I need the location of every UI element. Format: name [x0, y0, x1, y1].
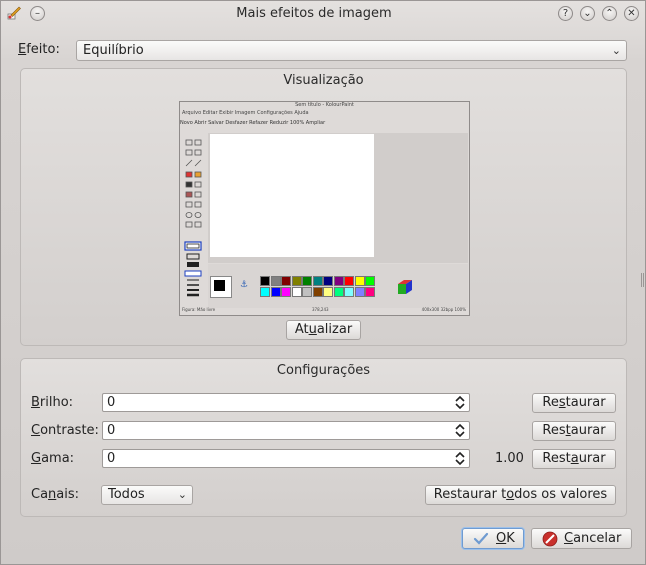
thumb-anchor-icon: ⚓ — [240, 280, 249, 290]
channels-selected: Todos — [108, 487, 145, 502]
thumb-cube-icon — [398, 280, 412, 294]
thumb-palette-swatch — [365, 287, 375, 297]
ok-button[interactable]: OK — [462, 528, 524, 549]
resize-grip[interactable] — [641, 273, 644, 287]
thumb-palette-swatch — [302, 276, 312, 286]
close-icon[interactable]: ✕ — [624, 6, 639, 21]
thumb-toolbar: Novo Abrir Salvar Desfazer Refazer Reduz… — [180, 120, 326, 126]
minimize-icon[interactable]: ⌄ — [580, 6, 595, 21]
contrast-spinbox[interactable]: 0 — [102, 421, 470, 440]
thumb-palette-swatch — [323, 287, 333, 297]
spin-arrows-icon[interactable] — [455, 451, 465, 466]
brightness-label: Brilho: — [31, 395, 74, 410]
chevron-down-icon: ⌄ — [177, 488, 187, 501]
thumb-toolbox — [184, 138, 204, 298]
channels-combobox[interactable]: Todos ⌄ — [101, 485, 193, 505]
contrast-label: Contraste: — [31, 423, 99, 438]
contrast-reset-button[interactable]: Restaurar — [532, 421, 616, 441]
thumb-window-title: Sem título - KolourPaint — [295, 102, 354, 108]
thumb-palette-swatch — [260, 276, 270, 286]
thumb-palette-swatch — [291, 287, 302, 297]
thumb-palette-swatch — [302, 287, 312, 297]
effect-combobox[interactable]: Equilíbrio ⌄ — [76, 40, 627, 61]
thumb-canvas — [210, 134, 374, 257]
thumb-palette-swatch — [354, 287, 365, 297]
thumb-menubar: Arquivo Editar Exibir Imagem Configuraçõ… — [182, 110, 309, 116]
thumb-statusbar: Figura: Mão livre 378,243 400x300 32bpp … — [182, 307, 466, 312]
thumb-palette-swatch — [270, 276, 281, 286]
update-button[interactable]: Atualizar — [286, 320, 361, 340]
effect-label: Efeito: — [18, 42, 60, 57]
channels-label: Canais: — [31, 487, 80, 502]
gamma-spinbox[interactable]: 0 — [102, 449, 470, 468]
settings-title: Configurações — [276, 363, 371, 378]
thumb-palette-swatch — [323, 276, 333, 286]
preview-thumbnail: Sem título - KolourPaint Arquivo Editar … — [179, 101, 470, 316]
preview-title: Visualização — [283, 73, 364, 88]
thumb-palette-swatch — [333, 276, 344, 286]
gamma-value-readout: 1.00 — [495, 451, 524, 466]
thumb-palette-swatch — [281, 276, 291, 286]
thumb-palette-swatch — [333, 287, 344, 297]
window-title: Mais efeitos de imagem — [236, 6, 392, 21]
cancel-icon — [542, 531, 558, 547]
reset-all-button[interactable]: Restaurar todos os valores — [425, 485, 616, 505]
gamma-reset-button[interactable]: Restaurar — [532, 449, 616, 469]
checkmark-icon — [473, 532, 489, 545]
cancel-button[interactable]: Cancelar — [531, 528, 632, 549]
help-icon[interactable]: ? — [558, 6, 573, 21]
thumb-colorbox: ⚓ — [208, 264, 468, 308]
thumb-palette-swatch — [344, 287, 354, 297]
brightness-spinbox[interactable]: 0 — [102, 393, 470, 412]
chevron-down-icon: ⌄ — [611, 44, 621, 57]
thumb-palette-swatch — [312, 287, 323, 297]
gamma-label: Gama: — [31, 451, 75, 466]
thumb-palette-swatch — [270, 287, 281, 297]
spin-arrows-icon[interactable] — [455, 395, 465, 410]
thumb-palette-swatch — [281, 287, 291, 297]
thumb-palette-swatch — [354, 276, 365, 286]
spin-arrows-icon[interactable] — [455, 423, 465, 438]
title-bar: – Mais efeitos de imagem ? ⌄ ⌃ ✕ — [1, 1, 645, 27]
dialog-window: – Mais efeitos de imagem ? ⌄ ⌃ ✕ Efeito:… — [0, 0, 646, 565]
maximize-icon[interactable]: ⌃ — [602, 6, 617, 21]
thumb-fgbg-colors — [210, 276, 232, 298]
effect-selected: Equilíbrio — [83, 43, 144, 58]
thumb-palette-swatch — [312, 276, 323, 286]
thumb-palette-swatch — [344, 276, 354, 286]
thumb-palette-swatch — [260, 287, 270, 297]
thumb-palette-swatch — [291, 276, 302, 286]
thumb-palette-swatch — [365, 276, 375, 286]
brightness-reset-button[interactable]: Restaurar — [532, 393, 616, 413]
